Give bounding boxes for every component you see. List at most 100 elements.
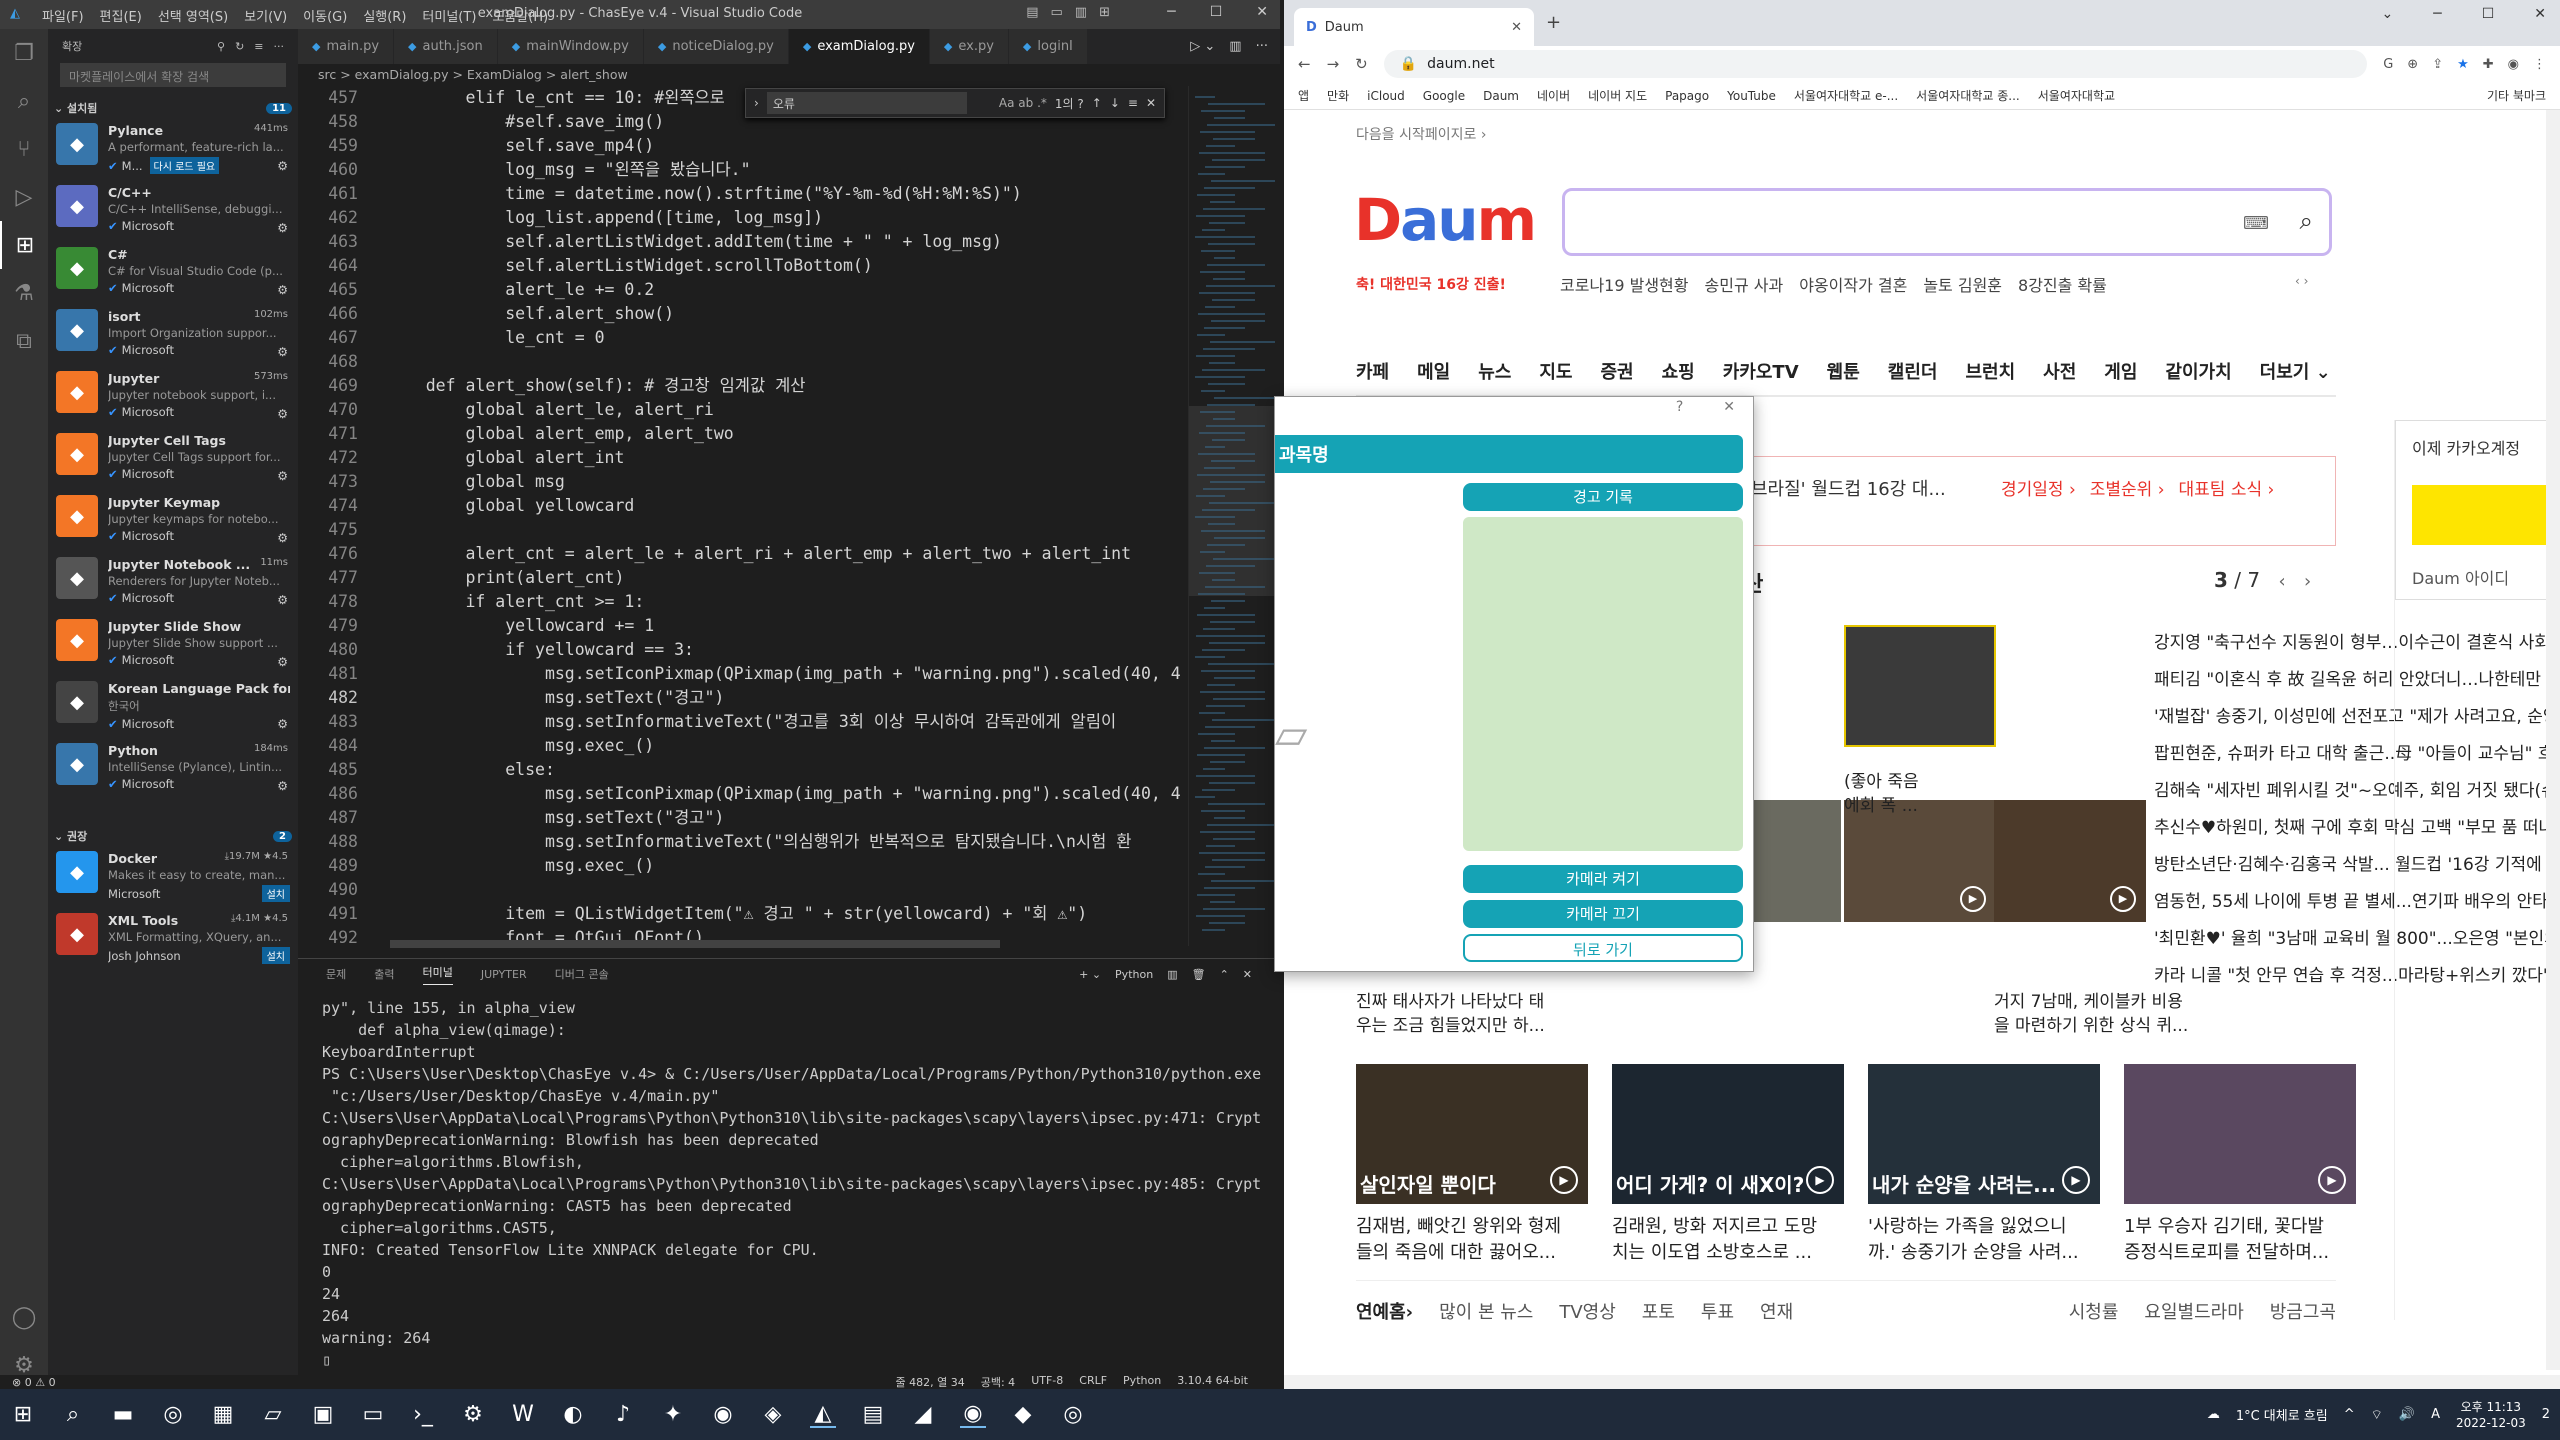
news-thumbnail[interactable]: ▶: [1844, 800, 1996, 922]
encoding[interactable]: UTF-8: [1031, 1374, 1063, 1389]
lock-icon[interactable]: 🔒: [1400, 56, 1417, 72]
gnb-item[interactable]: 더보기 ⌄: [2260, 358, 2331, 384]
camera-on-button[interactable]: 카메라 켜기: [1463, 865, 1743, 893]
maximize-panel-icon[interactable]: ⌃: [1220, 968, 1229, 981]
filter-icon[interactable]: ⚲: [217, 40, 225, 53]
minimap-viewport[interactable]: [1189, 406, 1280, 596]
bookmark-item[interactable]: iCloud: [1367, 89, 1405, 103]
extension-item[interactable]: ◆ Docker Makes it easy to create, man... Mi…: [48, 847, 298, 909]
manage-gear-icon[interactable]: ⚙: [277, 407, 288, 421]
extensions-puzzle-icon[interactable]: ✚: [2483, 57, 2494, 72]
bookmark-item[interactable]: 네이버: [1537, 87, 1570, 104]
bookmark-item[interactable]: 앱: [1298, 87, 1309, 104]
gnb-item[interactable]: 증권: [1601, 358, 1634, 384]
weather-text[interactable]: 1°C 대체로 흐림: [2236, 1405, 2328, 1424]
explorer-icon[interactable]: ❐: [0, 29, 48, 77]
reload-required-button[interactable]: 다시 로드 필요: [149, 157, 220, 174]
terminal-shell-label[interactable]: Python: [1115, 968, 1153, 981]
manage-gear-icon[interactable]: ⚙: [277, 469, 288, 483]
clock[interactable]: 오후 11:13 2022-12-03: [2456, 1399, 2526, 1431]
close-panel-icon[interactable]: ✕: [1243, 968, 1252, 981]
app-icon[interactable]: ✦: [660, 1402, 686, 1427]
terminal-output[interactable]: py", line 155, in alpha_view def alpha_v…: [298, 989, 1280, 1379]
gnb-item[interactable]: 카페: [1356, 358, 1389, 384]
extension-item[interactable]: ◆ Python IntelliSense (Pylance), Lintin...…: [48, 739, 298, 801]
video-thumbnail[interactable]: 살인자일 뿐이다 ▶: [1356, 1064, 1588, 1204]
search-icon[interactable]: ⌕: [2300, 207, 2313, 235]
daum-id-login[interactable]: Daum 아이디: [2412, 565, 2509, 589]
vscode-icon[interactable]: ◭: [810, 1401, 836, 1428]
maximize-button[interactable]: ☐: [1210, 4, 1223, 20]
extensions-icon[interactable]: ⊞: [0, 221, 48, 269]
close-tab-icon[interactable]: ✕: [1511, 20, 1522, 35]
extension-search-input[interactable]: 마켓플레이스에서 확장 검색: [60, 63, 286, 87]
ime-icon[interactable]: A: [2431, 1407, 2440, 1422]
install-button[interactable]: 설치: [261, 885, 290, 902]
language-mode[interactable]: Python: [1123, 1374, 1161, 1389]
cursor-position[interactable]: 줄 482, 열 34: [896, 1374, 965, 1389]
app-icon[interactable]: ◢: [910, 1402, 936, 1427]
ent-tab[interactable]: 연재: [1760, 1298, 1793, 1324]
editor-tab[interactable]: ◆ examDialog.py: [788, 29, 930, 64]
account-icon[interactable]: ◯: [0, 1293, 48, 1341]
split-terminal-icon[interactable]: ▥: [1167, 968, 1177, 981]
extension-item[interactable]: ◆ Jupyter Jupyter notebook support, i... ✔ M…: [48, 367, 298, 429]
search-box[interactable]: ⌨ ⌕: [1562, 188, 2332, 256]
back-icon[interactable]: ←: [1298, 55, 1311, 73]
thumb-caption[interactable]: (좋아 죽음 에회 폭 ...: [1844, 770, 1994, 818]
eol[interactable]: CRLF: [1079, 1374, 1107, 1389]
manage-gear-icon[interactable]: ⚙: [277, 593, 288, 607]
manage-gear-icon[interactable]: ⚙: [277, 717, 288, 731]
share-icon[interactable]: ⇪: [2432, 57, 2443, 72]
trend-keyword[interactable]: 야옹이작가 결혼: [1799, 272, 1907, 296]
app-icon[interactable]: ◎: [160, 1402, 186, 1427]
bookmark-star-icon[interactable]: ★: [2457, 57, 2469, 72]
video-thumbnail[interactable]: 내가 순양을 사려는... ▶: [1868, 1064, 2100, 1204]
word-icon[interactable]: W: [510, 1402, 536, 1427]
google-lens-icon[interactable]: G: [2383, 57, 2393, 72]
extension-item[interactable]: ◆ Korean Language Pack for... 한국어 ✔ Microsof…: [48, 677, 298, 739]
alert-log-button[interactable]: 경고 기록: [1463, 483, 1743, 511]
news-thumbnail[interactable]: ▶: [1994, 800, 2146, 922]
worldcup-link[interactable]: 조별순위 ›: [2090, 475, 2165, 500]
split-editor-icon[interactable]: ▥: [1229, 39, 1241, 54]
app-icon[interactable]: ▤: [860, 1402, 886, 1427]
worldcup-link[interactable]: 경기일정 ›: [2001, 475, 2076, 500]
customize-layout-icon[interactable]: ⊞: [1099, 5, 1110, 20]
extension-item[interactable]: ◆ Jupyter Cell Tags Jupyter Cell Tags supp…: [48, 429, 298, 491]
gnb-item[interactable]: 카카오TV: [1723, 358, 1799, 384]
keyboard-icon[interactable]: ⌨: [2243, 213, 2269, 234]
panel-tab[interactable]: 문제: [326, 966, 346, 982]
bookmark-item[interactable]: 서울여자대학교 종...: [1916, 87, 2020, 104]
panel-tab[interactable]: 출력: [374, 966, 394, 982]
trend-keyword[interactable]: 8강진출 확률: [2018, 272, 2107, 296]
music-icon[interactable]: ♪: [610, 1402, 636, 1427]
toggle-replace-icon[interactable]: ›: [754, 96, 759, 110]
page-scrollbar[interactable]: [2546, 110, 2560, 1370]
gnb-item[interactable]: 뉴스: [1478, 358, 1511, 384]
more-icon[interactable]: ···: [1256, 39, 1268, 54]
toggle-sidebar-icon[interactable]: ▤: [1026, 5, 1038, 20]
trend-keyword[interactable]: 송민규 사과: [1705, 272, 1784, 296]
kakao-login-button[interactable]: [2412, 485, 2560, 545]
daum-logo[interactable]: Daum: [1354, 186, 1537, 254]
panel-tab[interactable]: 터미널: [422, 964, 453, 985]
bookmark-item[interactable]: Papago: [1665, 89, 1709, 103]
app-icon[interactable]: ▱: [260, 1402, 286, 1427]
chrome-tab-daum[interactable]: D Daum ✕: [1294, 8, 1534, 46]
bookmark-item[interactable]: 서울여자대학교 e-...: [1794, 87, 1898, 104]
chrome-minimize-button[interactable]: ─: [2433, 6, 2441, 22]
manage-gear-icon[interactable]: ⚙: [277, 655, 288, 669]
settings-icon[interactable]: ⚙: [460, 1402, 486, 1427]
find-input[interactable]: 오류: [766, 92, 967, 114]
start-page-link[interactable]: 다음을 시작페이지로 ›: [1356, 124, 1486, 144]
next-match-icon[interactable]: ↓: [1110, 96, 1120, 110]
more-icon[interactable]: ···: [274, 40, 285, 53]
editor-tab[interactable]: ◆ mainWindow.py: [497, 29, 644, 64]
manage-gear-icon[interactable]: ⚙: [277, 221, 288, 235]
video-caption[interactable]: 김재범, 빼앗긴 왕위와 형제 들의 죽음에 대한 끓어오...: [1356, 1214, 1588, 1266]
breadcrumb[interactable]: src > examDialog.py > ExamDialog > alert…: [298, 64, 1280, 86]
trend-keyword[interactable]: 놀토 김원훈: [1923, 272, 2002, 296]
toggle-panel-icon[interactable]: ▭: [1051, 5, 1063, 20]
find-options[interactable]: Aa ab .*: [999, 96, 1047, 110]
